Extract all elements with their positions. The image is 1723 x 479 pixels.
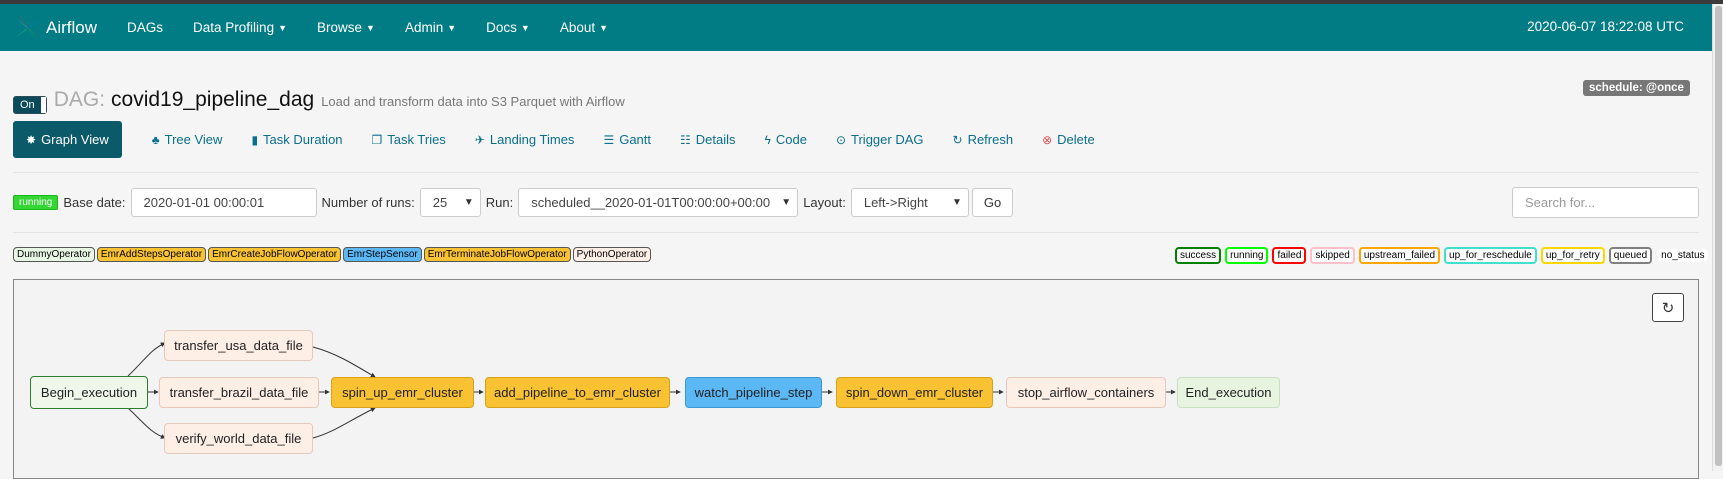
task-node-spin-up-emr-cluster[interactable]: spin_up_emr_cluster (331, 377, 474, 408)
plane-icon: ✈ (474, 132, 485, 147)
go-button[interactable]: Go (971, 188, 1014, 217)
task-node-transfer-brazil-data-file[interactable]: transfer_brazil_data_file (159, 377, 319, 408)
legend-emrterminatejobflowoperator: EmrTerminateJobFlowOperator (423, 247, 571, 262)
brand-label: Airflow (46, 17, 98, 37)
legend-state-success[interactable]: success (1175, 247, 1222, 264)
task-node-spin-down-emr-cluster[interactable]: spin_down_emr_cluster (836, 377, 993, 408)
divider (13, 232, 1699, 233)
dag-description: Load and transform data into S3 Parquet … (321, 94, 625, 109)
toggle-on-label: On (14, 97, 41, 113)
asterisk-icon: ✸ (26, 132, 37, 147)
task-node-end-execution[interactable]: End_execution (1177, 377, 1280, 408)
list-icon: ☷ (680, 132, 691, 147)
run-filter-form: running Base date: 2020-01-01 00:00:01 N… (13, 187, 1014, 218)
layout-label: Layout: (803, 195, 846, 210)
tab-landing-times[interactable]: ✈ Landing Times (475, 132, 575, 147)
chevron-down-icon: ▼ (278, 22, 287, 33)
chevron-down-icon: ▼ (520, 22, 530, 33)
tab-details[interactable]: ☷ Details (680, 132, 736, 147)
tab-refresh[interactable]: ↻ Refresh (953, 132, 1014, 147)
task-node-watch-pipeline-step[interactable]: watch_pipeline_step (685, 377, 822, 408)
state-legend: success running failed skipped upstream_… (1175, 247, 1712, 264)
run-select[interactable]: scheduled__2020-01-01T00:00:00+00:00 ▼ (518, 188, 799, 217)
nav-dags[interactable]: DAGs (127, 20, 163, 35)
scrollbar-thumb[interactable] (1715, 6, 1722, 466)
run-label: Run: (485, 195, 514, 210)
task-node-add-pipeline-to-emr-cluster[interactable]: add_pipeline_to_emr_cluster (485, 377, 670, 408)
legend-state-skipped[interactable]: skipped (1310, 247, 1355, 264)
dag-pause-toggle[interactable]: On (13, 96, 47, 114)
vertical-scrollbar[interactable] (1712, 4, 1723, 471)
legend-dummyoperator: DummyOperator (13, 247, 95, 262)
remove-circle-icon: ⊗ (1042, 132, 1053, 147)
chevron-down-icon: ▼ (781, 197, 792, 208)
task-node-stop-airflow-containers[interactable]: stop_airflow_containers (1006, 377, 1166, 408)
base-date-input[interactable]: 2020-01-01 00:00:01 (130, 188, 317, 217)
play-circle-icon: ⊙ (835, 132, 847, 147)
chevron-down-icon: ▼ (599, 22, 609, 33)
duplicate-icon: ❐ (371, 132, 383, 147)
legend-state-upstream-failed[interactable]: upstream_failed (1358, 247, 1441, 264)
tab-graph-view[interactable]: ✸ Graph View (13, 121, 122, 158)
top-navbar: Airflow DAGs Data Profiling ▼ Browse ▼ Adm… (0, 4, 1712, 51)
legend-state-queued[interactable]: queued (1608, 247, 1653, 264)
schedule-badge: schedule: @once (1583, 80, 1690, 96)
legend-emrcreatejobflowoperator: EmrCreateJobFlowOperator (208, 247, 342, 262)
legend-emrstepsensor: EmrStepSensor (343, 247, 422, 262)
legend-state-up-for-reschedule[interactable]: up_for_reschedule (1444, 247, 1537, 264)
dag-title-row: On DAG: covid19_pipeline_dag Load and tr… (13, 88, 625, 114)
legend-state-failed[interactable]: failed (1272, 247, 1307, 264)
tab-trigger-dag[interactable]: ⊙ Trigger DAG (836, 132, 924, 147)
legend-state-running[interactable]: running (1225, 247, 1269, 264)
airflow-brand[interactable]: Airflow (12, 12, 97, 44)
task-search-input[interactable]: Search for... (1512, 187, 1699, 218)
pinwheel-logo-icon (14, 13, 42, 42)
tab-gantt[interactable]: ☰ Gantt (603, 132, 651, 147)
legend-emraddstepsoperator: EmrAddStepsOperator (96, 247, 207, 262)
dag-prefix: DAG: (53, 88, 106, 111)
nav-about[interactable]: About ▼ (560, 20, 608, 35)
base-date-label: Base date: (63, 195, 126, 210)
align-left-icon: ☰ (603, 132, 615, 147)
refresh-icon: ↻ (1661, 299, 1675, 317)
chevron-down-icon: ▼ (951, 197, 962, 208)
legend-state-no-status[interactable]: no_status (1658, 249, 1708, 262)
task-node-transfer-usa-data-file[interactable]: transfer_usa_data_file (164, 330, 313, 361)
dag-view-tabs: ✸ Graph View ♣ Tree View ▮ Task Duration ❐ T… (13, 121, 1124, 158)
dag-state-badge: running (13, 195, 59, 210)
legend-state-up-for-retry[interactable]: up_for_retry (1540, 247, 1605, 264)
tab-task-duration[interactable]: ▮ Task Duration (251, 132, 342, 147)
task-node-verify-world-data-file[interactable]: verify_world_data_file (164, 423, 313, 454)
refresh-icon: ↻ (952, 132, 963, 147)
task-node-begin-execution[interactable]: Begin_execution (30, 376, 148, 409)
tab-task-tries[interactable]: ❐ Task Tries (372, 132, 446, 147)
operator-legend: DummyOperator EmrAddStepsOperator EmrCre… (13, 247, 653, 262)
nav-docs[interactable]: Docs ▼ (486, 20, 530, 35)
dag-id: covid19_pipeline_dag (111, 88, 315, 111)
tab-delete[interactable]: ⊗ Delete (1042, 132, 1095, 147)
chevron-down-icon: ▼ (463, 197, 474, 208)
tab-tree-view[interactable]: ♣ Tree View (152, 132, 223, 147)
server-clock: 2020-06-07 18:22:08 UTC (1527, 19, 1684, 34)
tab-code[interactable]: ϟ Code (765, 132, 807, 147)
bar-chart-icon: ▮ (251, 132, 259, 147)
num-runs-label: Number of runs: (321, 195, 415, 210)
num-runs-select[interactable]: 25 ▼ (419, 188, 481, 217)
legend-pythonoperator: PythonOperator (572, 247, 652, 262)
chevron-down-icon: ▼ (366, 22, 375, 33)
graph-refresh-button[interactable]: ↻ (1652, 293, 1684, 322)
chevron-down-icon: ▼ (447, 22, 457, 33)
tree-icon: ♣ (151, 132, 160, 147)
layout-select[interactable]: Left->Right ▼ (850, 188, 969, 217)
flash-icon: ϟ (764, 132, 771, 147)
nav-data-profiling[interactable]: Data Profiling ▼ (193, 20, 287, 35)
nav-admin[interactable]: Admin ▼ (405, 20, 456, 35)
divider (13, 172, 1699, 173)
nav-browse[interactable]: Browse ▼ (317, 20, 375, 35)
